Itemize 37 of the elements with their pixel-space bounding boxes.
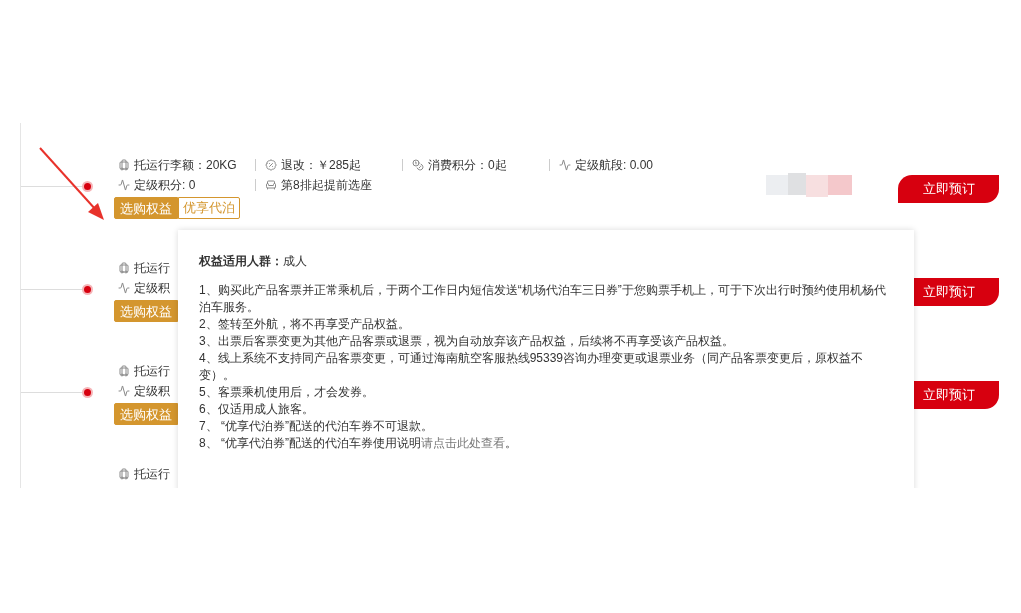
benefit-rule: 8、 “优享代泊券”配送的代泊车券使用说明请点击此处查看。: [199, 435, 518, 452]
book-now-button[interactable]: 立即预订: [898, 175, 999, 203]
luggage-icon: [118, 159, 130, 171]
benefit-rule: 6、仅适用成人旅客。: [199, 401, 315, 418]
armchair-icon: [265, 178, 277, 191]
baggage-allowance: 托运行: [134, 260, 170, 277]
benefit-rule: 1、购买此产品客票并正常乘机后，于两个工作日内短信发送“机场代泊车三日券”于您购票手机上，可于下次出行时预约使用机杨代泊车服务。: [199, 282, 887, 316]
view-details-link[interactable]: 请点击此处查看: [421, 436, 505, 450]
pulse-icon: [118, 281, 130, 294]
seat-selection: 第8排起提前选座: [281, 176, 372, 194]
benefit-rule: 4、线上系统不支持同产品客票变更，可通过海南航空客服热线95339咨询办理变更或退票业务（同产品客票变更后，原权益不变）。: [199, 350, 865, 384]
luggage-icon: [118, 468, 130, 480]
pulse-icon: [118, 178, 130, 191]
benefit-tag[interactable]: 优享代泊: [178, 197, 240, 219]
baggage-allowance: 托运行李额：20KG: [134, 157, 237, 174]
refund-fee: 退改：￥285起: [281, 157, 362, 174]
luggage-icon: [118, 262, 130, 274]
luggage-icon: [118, 365, 130, 377]
percent-icon: [265, 159, 277, 171]
benefit-rule: 3、出票后客票变更为其他产品客票或退票，视为自动放弃该产品权益，后续将不再享受该产品权益。: [199, 333, 735, 350]
points-spend: 消费积分：0起: [428, 157, 507, 174]
pulse-icon: [559, 159, 571, 171]
benefit-rule: 7、 “优享代泊券”配送的代泊车券不可退款。: [199, 418, 434, 435]
benefit-rule: 2、签转至外航，将不再享受产品权益。: [199, 316, 411, 333]
benefit-tag[interactable]: 选购权益: [114, 300, 178, 322]
benefit-rule: 5、客票乘机使用后，才会发券。: [199, 384, 375, 401]
benefit-tag[interactable]: 选购权益: [114, 197, 178, 219]
benefit-tag[interactable]: 选购权益: [114, 403, 178, 425]
grade-points: 定级积: [134, 279, 170, 297]
baggage-allowance: 托运行: [134, 466, 170, 483]
pulse-icon: [118, 384, 130, 397]
audience-text: 权益适用人群：成人: [199, 253, 308, 270]
grade-segments: 定级航段: 0.00: [575, 157, 654, 174]
coins-icon: [412, 159, 424, 171]
grade-points: 定级积分: 0: [134, 176, 196, 194]
grade-points: 定级积: [134, 382, 170, 400]
baggage-allowance: 托运行: [134, 363, 170, 380]
